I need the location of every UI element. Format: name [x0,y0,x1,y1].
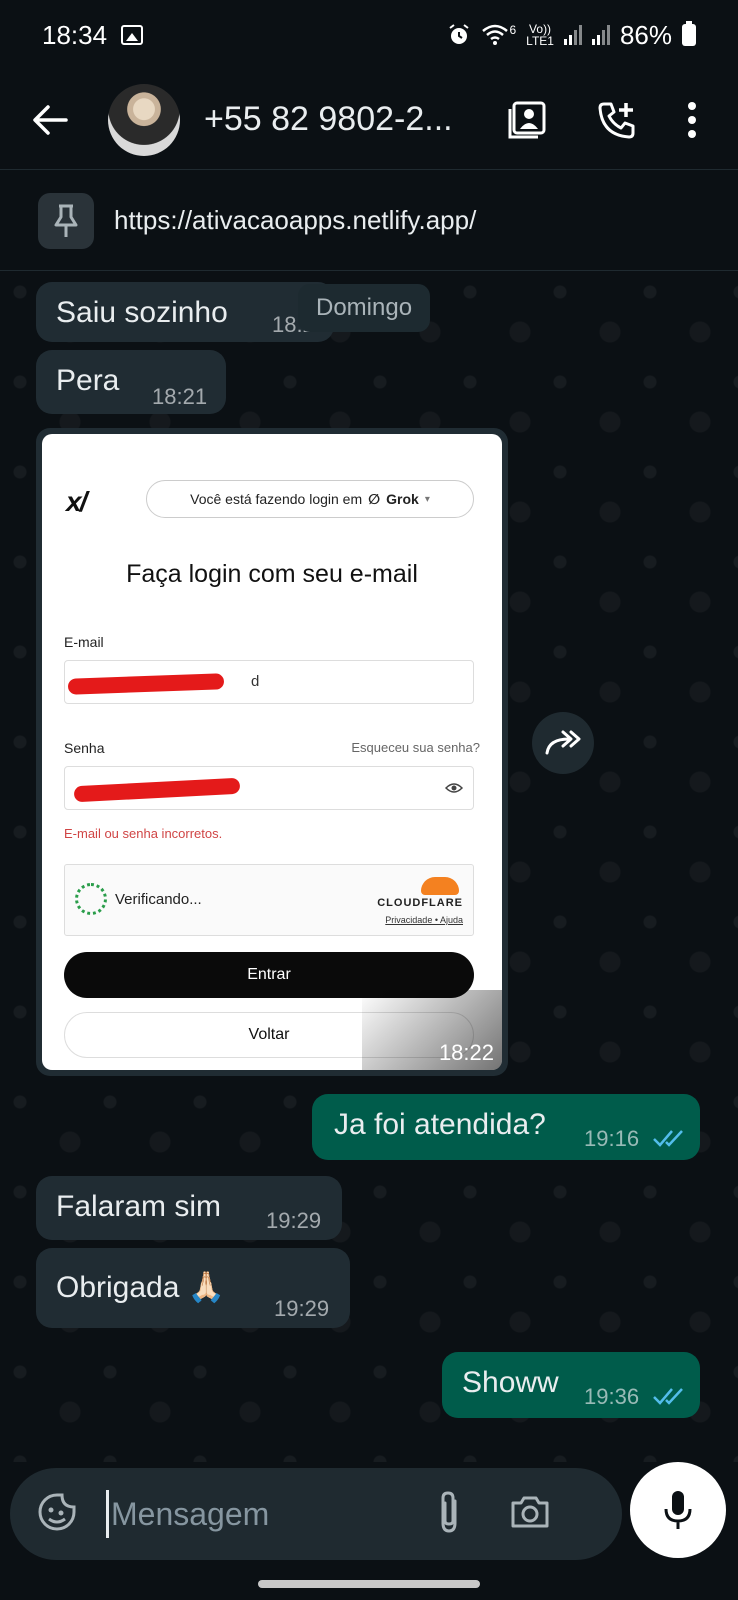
message-text: Pera [56,364,120,397]
home-indicator[interactable] [258,1580,480,1588]
message-time: 19:16 [584,1126,640,1151]
message-text: Falaram sim [56,1190,222,1223]
forward-button[interactable] [532,712,594,774]
paperclip-icon [441,1490,457,1533]
gallery-notification-icon [121,25,144,45]
microphone-icon [664,1491,692,1529]
message-text: Obrigada 🙏🏻 [56,1271,226,1304]
message-bubble[interactable]: Showw 19:36 [442,1352,700,1418]
read-receipt-icon [653,1388,683,1405]
alarm-icon [449,24,470,44]
contact-name[interactable]: +55 82 9802-2... [204,100,458,139]
camera-icon [511,1496,549,1527]
message-time: 19:29 [274,1296,330,1321]
chat-header: +55 82 9802-2... [0,70,738,170]
message-time: 18:21 [152,384,208,409]
camera-button[interactable] [509,1494,551,1535]
message-bubble[interactable]: Falaram sim 19:29 [36,1176,342,1240]
message-text: Saiu sozinho [56,296,228,329]
cloudflare-widget: Verificando... CLOUDFLARE Privacidade • … [64,864,474,936]
status-indicators: 6 Vo)) LTE1 86% [447,20,696,51]
sticker-button[interactable] [36,1491,78,1538]
attach-button[interactable] [435,1489,463,1540]
contact-avatar[interactable] [108,83,180,156]
kebab-menu-icon [688,101,696,138]
more-options-button[interactable] [686,101,698,139]
password-label: Senha [64,740,105,756]
login-screenshot-image: x/ Você está fazendo login em ∅ Grok ▾ F… [42,434,502,1070]
battery-icon [682,21,696,46]
message-bubble[interactable]: Ja foi atendida? 19:16 [312,1094,700,1160]
contact-card-button[interactable] [506,99,548,141]
pinned-message-bar[interactable]: https://ativacaoapps.netlify.app/ [0,171,738,271]
message-bubble[interactable]: Obrigada 🙏🏻 19:29 [36,1248,350,1328]
message-composer [10,1468,622,1560]
back-button[interactable] [24,94,76,146]
contact-card-icon [508,101,546,138]
message-bubble[interactable]: Pera 18:21 [36,350,226,414]
chevron-down-icon: ▾ [424,493,430,505]
login-error-text: E-mail ou senha incorretos. [64,826,223,841]
pinned-url[interactable]: https://ativacaoapps.netlify.app/ [114,205,476,236]
phone-plus-icon [598,102,635,138]
loading-spinner-icon [75,883,107,915]
message-text: Showw [462,1366,559,1399]
signal-sim1-icon [563,25,582,45]
message-time: 19:36 [584,1384,640,1409]
pin-icon-box [38,192,94,249]
status-bar: 18:34 6 Vo)) LTE1 86% [0,0,738,70]
message-time: 18:22 [438,1040,494,1065]
message-input[interactable] [111,1495,431,1533]
message-text: Ja foi atendida? [334,1108,546,1141]
xai-logo: x/ [66,486,87,517]
grok-logo-icon: ∅ [368,490,381,507]
wifi-icon: 6 [481,24,516,46]
battery-percent: 86% [619,19,672,50]
message-time: 19:29 [266,1208,322,1233]
chat-area[interactable]: Saiu sozinho 18:21 Domingo Pera 18:21 x/… [0,272,738,1462]
status-time: 18:34 [42,19,108,50]
date-chip: Domingo [298,284,431,332]
email-label: E-mail [64,634,104,650]
forgot-password-link: Esqueceu sua senha? [351,740,480,755]
back-arrow-icon [33,104,68,135]
login-context-pill: Você está fazendo login em ∅ Grok ▾ [146,480,474,518]
login-heading: Faça login com seu e-mail [126,560,418,588]
add-call-button[interactable] [596,99,638,141]
volte-indicator: Vo)) LTE1 [526,22,554,48]
voice-message-button[interactable] [630,1462,726,1558]
image-message[interactable]: x/ Você está fazendo login em ∅ Grok ▾ F… [36,428,508,1076]
sticker-smiley-icon [38,1493,76,1530]
read-receipt-icon [653,1130,683,1147]
message-bubble[interactable]: Saiu sozinho 18:21 [36,282,334,342]
forward-icon [545,730,581,755]
signal-sim2-icon [591,25,610,45]
text-cursor [106,1490,109,1538]
eye-icon [445,783,463,793]
cloudflare-logo-icon [421,877,459,895]
pin-icon [54,204,78,237]
